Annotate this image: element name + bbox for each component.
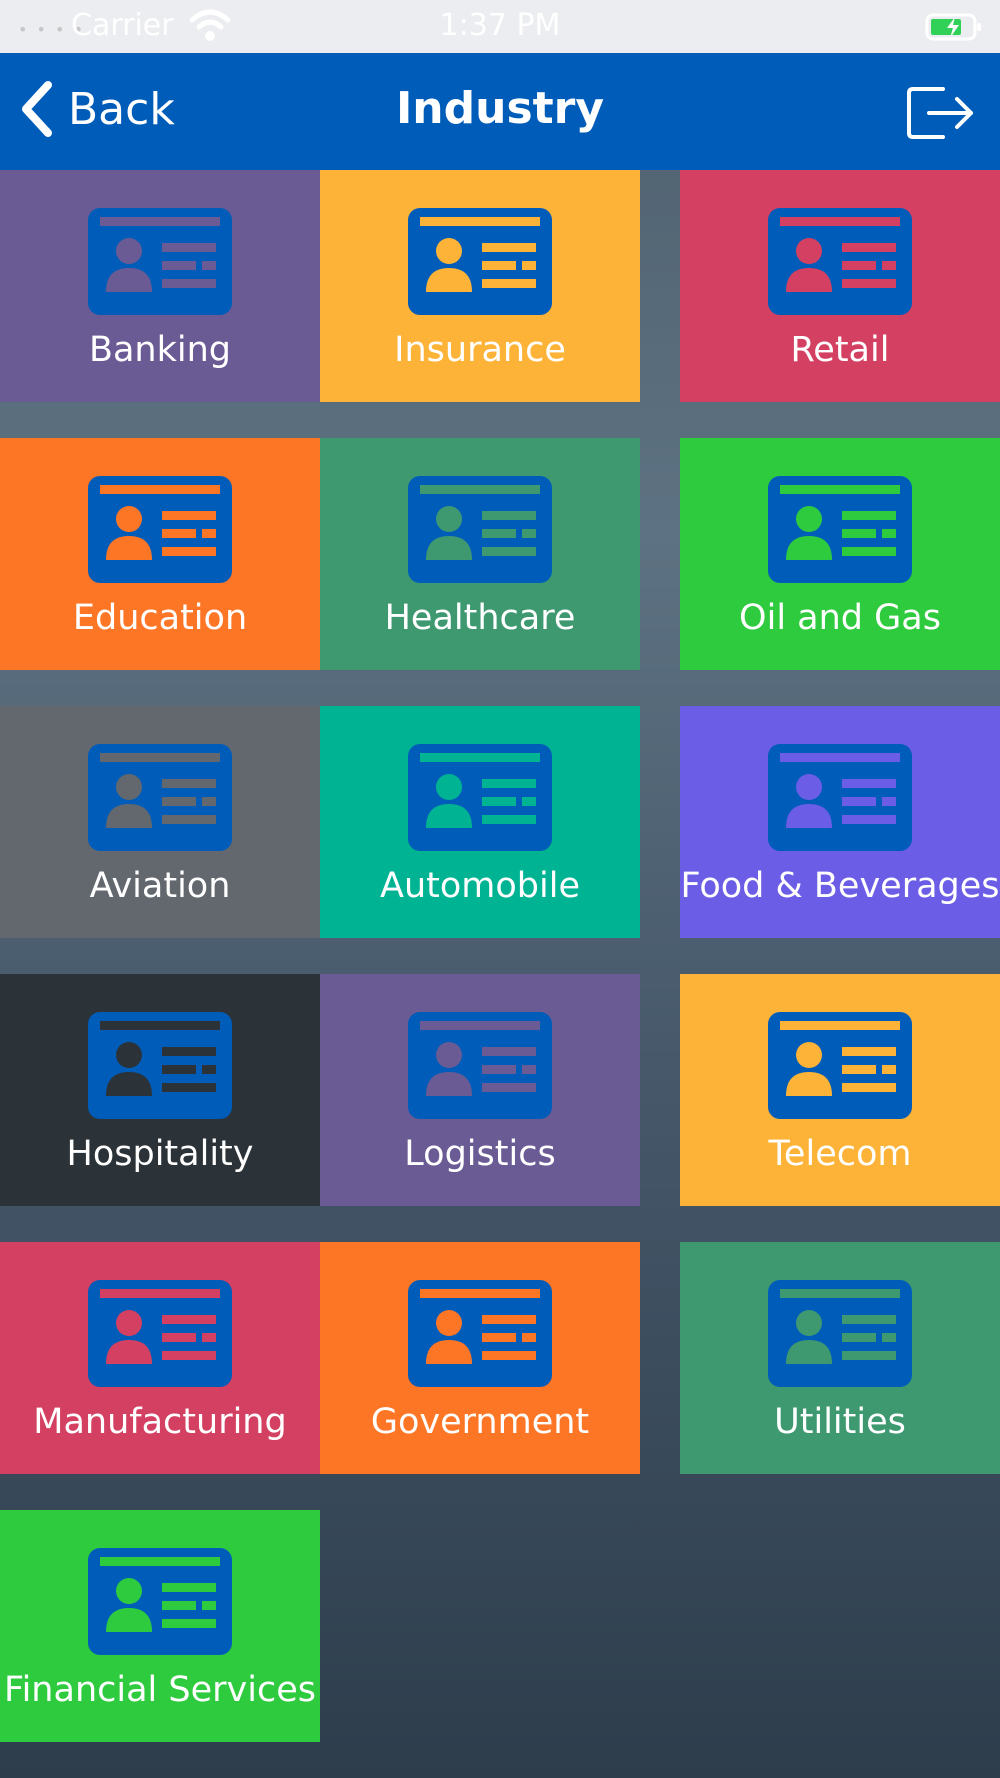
id-card-icon [88,208,232,315]
industry-tile-label: Manufacturing [33,1402,287,1442]
industry-tile-label: Logistics [404,1134,556,1174]
id-card-icon [88,1012,232,1119]
industry-tile-label: Aviation [89,866,231,906]
id-card-icon [768,1280,912,1387]
industry-tile[interactable]: Banking [0,170,320,402]
industry-tile[interactable]: Food & Beverages [680,706,1000,938]
industry-tile-label: Financial Services [4,1670,316,1710]
industry-tile[interactable]: Automobile [320,706,640,938]
battery-charging-icon [925,13,981,41]
industry-tile-label: Education [72,598,248,638]
id-card-icon [408,476,552,583]
industry-tile-label: Insurance [394,330,566,370]
id-card-icon [88,1548,232,1655]
logout-icon[interactable] [905,83,977,143]
id-card-icon [768,476,912,583]
id-card-icon [768,744,912,851]
industry-tile[interactable]: Utilities [680,1242,1000,1474]
industry-tile-label: Healthcare [384,598,576,638]
industry-tile-label: Food & Beverages [680,866,1000,906]
id-card-icon [88,1280,232,1387]
industry-tile-label: Hospitality [66,1134,254,1174]
industry-tile-label: Retail [790,330,890,370]
id-card-icon [408,1280,552,1387]
navigation-bar: Back Industry [0,53,1000,170]
industry-tile-label: Banking [88,330,232,370]
id-card-icon [88,744,232,851]
id-card-icon [408,1012,552,1119]
industry-tile[interactable]: Retail [680,170,1000,402]
industry-tile[interactable]: Education [0,438,320,670]
industry-tile-label: Oil and Gas [739,598,941,638]
industry-grid: Banking Insurance Retail Education Healthcar… [0,170,1000,1778]
industry-tile-label: Utilities [774,1402,906,1442]
industry-tile[interactable]: Government [320,1242,640,1474]
industry-tile-label: Government [370,1402,590,1442]
industry-tile-label: Automobile [380,866,580,906]
id-card-icon [408,208,552,315]
industry-tile[interactable]: Manufacturing [0,1242,320,1474]
industry-tile[interactable]: Hospitality [0,974,320,1206]
industry-tile[interactable]: Aviation [0,706,320,938]
industry-tile[interactable]: Healthcare [320,438,640,670]
industry-tile[interactable]: Financial Services [0,1510,320,1742]
page-title: Industry [395,83,605,134]
status-bar: • • • • Carrier 1:37 PM [0,0,1000,53]
id-card-icon [88,476,232,583]
id-card-icon [768,208,912,315]
industry-tile-label: Telecom [768,1134,912,1174]
industry-tile[interactable]: Logistics [320,974,640,1206]
industry-tile[interactable]: Oil and Gas [680,438,1000,670]
id-card-icon [768,1012,912,1119]
industry-tile[interactable]: Telecom [680,974,1000,1206]
id-card-icon [408,744,552,851]
industry-tile[interactable]: Insurance [320,170,640,402]
clock: 1:37 PM [439,8,561,43]
